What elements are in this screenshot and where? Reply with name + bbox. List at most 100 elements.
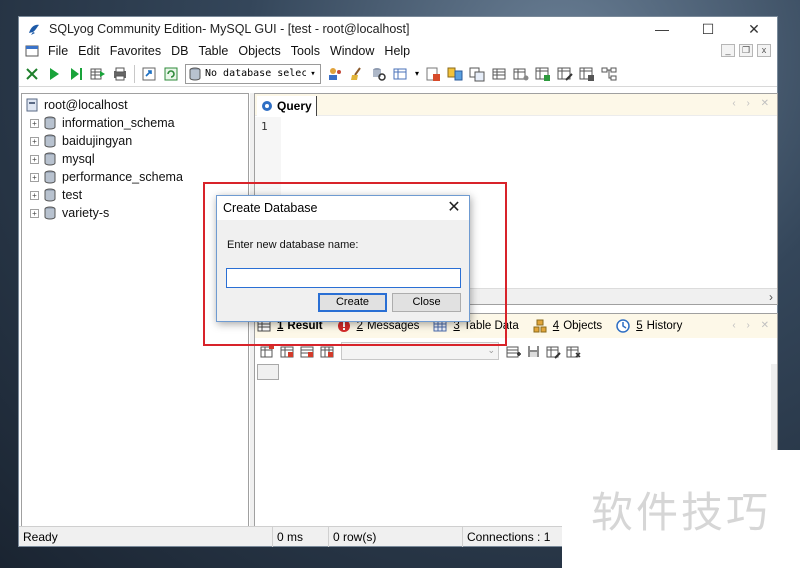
import-button[interactable]: [423, 64, 443, 84]
create-button[interactable]: Create: [318, 293, 387, 312]
mdi-restore-button[interactable]: ❐: [739, 44, 753, 57]
table-diagnostics-button[interactable]: [511, 64, 531, 84]
expand-icon[interactable]: +: [30, 154, 39, 164]
menu-window[interactable]: Window: [325, 44, 379, 58]
menu-help[interactable]: Help: [379, 44, 415, 58]
execute-edit-button[interactable]: [88, 64, 108, 84]
schema-sync-button[interactable]: [467, 64, 487, 84]
result-toolbar: ⌄: [255, 340, 777, 362]
close-window-button[interactable]: ✕: [731, 17, 777, 41]
result-form-view-button[interactable]: [298, 342, 316, 360]
grid-play-icon: [90, 68, 105, 79]
result-save-button[interactable]: [524, 342, 542, 360]
mdi-close-button[interactable]: x: [757, 44, 771, 57]
reconnect-button[interactable]: [161, 64, 181, 84]
menu-favorites[interactable]: Favorites: [105, 44, 166, 58]
scroll-right-icon[interactable]: ›: [769, 290, 773, 304]
toolbar-more-dropdown[interactable]: ▾: [413, 64, 421, 84]
table-edit-button[interactable]: [555, 64, 575, 84]
table-edit-icon: [557, 67, 573, 81]
mdi-child-icon[interactable]: [25, 44, 39, 58]
query-builder-button[interactable]: [489, 64, 509, 84]
result-filter-combo[interactable]: ⌄: [341, 342, 499, 360]
tree-item-test[interactable]: + test: [22, 186, 248, 204]
watermark: 软件技巧: [562, 450, 800, 568]
query-tab-controls[interactable]: ‹ › ✕: [732, 98, 773, 109]
tab-objects-label: Objects: [563, 320, 603, 332]
add-row-icon: [506, 346, 521, 357]
schema-tree-button[interactable]: [599, 64, 619, 84]
expand-icon[interactable]: +: [30, 136, 39, 146]
refresh-arrow-icon: [142, 67, 156, 80]
result-export-button[interactable]: [258, 342, 276, 360]
menu-table[interactable]: Table: [193, 44, 233, 58]
stop-query-button[interactable]: [110, 64, 130, 84]
menu-edit[interactable]: Edit: [73, 44, 105, 58]
tab-history[interactable]: 5 History: [616, 319, 682, 333]
expand-icon[interactable]: +: [30, 190, 39, 200]
toolbar-separator: [134, 64, 135, 83]
tab-objects[interactable]: 4 Objects: [533, 319, 602, 333]
text-view-icon: [320, 346, 333, 357]
database-selector[interactable]: No database select ▾: [185, 63, 321, 84]
menu-tools[interactable]: Tools: [286, 44, 325, 58]
tab-objects-number: 4: [552, 320, 560, 332]
execute-all-button[interactable]: [66, 64, 86, 84]
result-copy-button[interactable]: [278, 342, 296, 360]
main-toolbar: No database select ▾ ▾: [19, 61, 777, 87]
title-bar[interactable]: SQLyog Community Edition- MySQL GUI - [t…: [19, 17, 777, 41]
refresh-icon: [164, 67, 178, 80]
tree-item-variety-s[interactable]: + variety-s: [22, 204, 248, 222]
result-add-row-button[interactable]: [504, 342, 522, 360]
grid-corner-cell[interactable]: [257, 364, 279, 380]
database-icon: [44, 206, 56, 220]
tree-root-connection[interactable]: root@localhost: [22, 96, 248, 114]
import-icon: [426, 67, 440, 81]
menu-bar: File Edit Favorites DB Table Objects Too…: [19, 41, 777, 61]
dialog-title-bar[interactable]: Create Database ✕: [217, 196, 469, 220]
play-icon: [50, 67, 59, 80]
tree-item-performance-schema[interactable]: + performance_schema: [22, 168, 248, 186]
users-button[interactable]: [325, 64, 345, 84]
menu-file[interactable]: File: [43, 44, 73, 58]
sqlyog-dolphin-icon: [29, 24, 39, 35]
table-delete-button[interactable]: [577, 64, 597, 84]
export-button[interactable]: [391, 64, 411, 84]
tree-item-baidujingyan[interactable]: + baidujingyan: [22, 132, 248, 150]
menu-objects[interactable]: Objects: [233, 44, 285, 58]
table-insert-button[interactable]: [533, 64, 553, 84]
result-text-view-button[interactable]: [318, 342, 336, 360]
tree-item-information-schema[interactable]: + information_schema: [22, 114, 248, 132]
result-edit-button[interactable]: [544, 342, 562, 360]
data-sync-button[interactable]: [445, 64, 465, 84]
expand-icon[interactable]: +: [30, 208, 39, 218]
result-tab-controls[interactable]: ‹ › ✕: [732, 320, 773, 331]
database-selector-value: No database select: [205, 68, 306, 79]
new-connection-button[interactable]: [22, 64, 42, 84]
status-exec-time: 0 ms: [273, 526, 329, 547]
close-button[interactable]: Close: [392, 293, 461, 312]
tree-item-mysql[interactable]: + mysql: [22, 150, 248, 168]
database-icon: [189, 67, 201, 80]
tree-item-label: information_schema: [62, 116, 175, 130]
database-name-input[interactable]: [226, 268, 461, 288]
maximize-button[interactable]: ☐: [685, 17, 731, 41]
minimize-button[interactable]: —: [639, 17, 685, 41]
result-delete-button[interactable]: [564, 342, 582, 360]
backup-button[interactable]: [347, 64, 367, 84]
expand-icon[interactable]: +: [30, 172, 39, 182]
menu-db[interactable]: DB: [166, 44, 193, 58]
schema-designer-button[interactable]: [369, 64, 389, 84]
tab-query[interactable]: Query: [257, 96, 317, 116]
table-tools-icon: [513, 68, 529, 80]
form-view-icon: [300, 346, 313, 357]
dialog-close-icon[interactable]: ✕: [445, 199, 463, 217]
refresh-object-browser-button[interactable]: [139, 64, 159, 84]
expand-icon[interactable]: +: [30, 118, 39, 128]
broom-icon: [351, 66, 361, 80]
mdi-minimize-button[interactable]: _: [721, 44, 735, 57]
execute-query-button[interactable]: [44, 64, 64, 84]
print-icon: [114, 67, 126, 80]
line-number: 1: [261, 120, 268, 133]
tree-item-label: mysql: [62, 152, 95, 166]
